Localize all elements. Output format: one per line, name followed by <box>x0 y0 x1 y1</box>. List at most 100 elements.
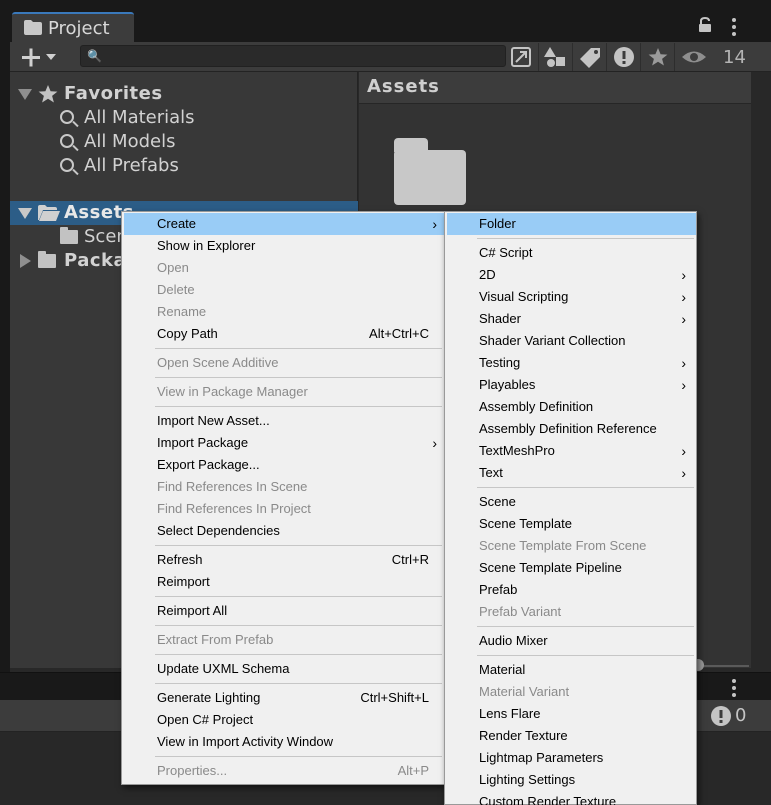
menu-item-export-package[interactable]: Export Package... <box>124 454 444 476</box>
menu-item-import-new-asset[interactable]: Import New Asset... <box>124 410 444 432</box>
menu-item-textmeshpro[interactable]: TextMeshPro › <box>447 440 696 462</box>
menu-item-visual-scripting[interactable]: Visual Scripting › <box>447 286 696 308</box>
menu-item-scene-template-from-scene[interactable]: Scene Template From Scene <box>447 535 696 557</box>
menu-item-label: Import Package <box>157 435 249 450</box>
menu-separator <box>155 683 442 684</box>
menu-item-label: Copy Path <box>157 326 218 341</box>
menu-item-create[interactable]: Create › <box>124 213 444 235</box>
filter-by-type-button[interactable] <box>538 43 572 71</box>
folder-icon <box>60 227 78 244</box>
lock-icon[interactable] <box>698 17 712 33</box>
menu-item-reimport[interactable]: Reimport <box>124 571 444 593</box>
search-input[interactable]: 🔍 <box>80 45 506 67</box>
menu-item-label: Text <box>479 465 503 480</box>
collapse-arrow-icon[interactable] <box>20 254 31 268</box>
menu-item-label: Custom Render Texture <box>479 794 617 805</box>
menu-item-properties[interactable]: Properties... Alt+P <box>124 760 444 782</box>
menu-item-label: Lens Flare <box>479 706 541 721</box>
menu-item-custom-render-texture[interactable]: Custom Render Texture <box>447 791 696 805</box>
menu-item-shader-variant-collection[interactable]: Shader Variant Collection <box>447 330 696 352</box>
menu-item-scene[interactable]: Scene <box>447 491 696 513</box>
log-type-button[interactable] <box>606 43 640 71</box>
menu-item-import-package[interactable]: Import Package › <box>124 432 444 454</box>
menu-item-extract-from-prefab[interactable]: Extract From Prefab <box>124 629 444 651</box>
more-options-icon[interactable] <box>732 679 736 700</box>
assets-panel-title: Assets <box>367 76 440 97</box>
menu-item-view-in-import-activity-window[interactable]: View in Import Activity Window <box>124 731 444 753</box>
menu-separator <box>477 238 694 239</box>
menu-item-rename[interactable]: Rename <box>124 301 444 323</box>
favorites-row[interactable]: Favorites <box>10 82 358 106</box>
menu-item-view-in-package-manager[interactable]: View in Package Manager <box>124 381 444 403</box>
menu-item-prefab-variant[interactable]: Prefab Variant <box>447 601 696 623</box>
menu-item-scene-template[interactable]: Scene Template <box>447 513 696 535</box>
search-icon <box>60 134 74 148</box>
menu-item-prefab[interactable]: Prefab <box>447 579 696 601</box>
menu-item-label: Export Package... <box>157 457 260 472</box>
menu-item-open-scene-additive[interactable]: Open Scene Additive <box>124 352 444 374</box>
menu-item-label: Playables <box>479 377 536 392</box>
search-icon <box>60 158 74 172</box>
filter-by-label-button[interactable] <box>572 43 606 71</box>
menu-item-generate-lighting[interactable]: Generate Lighting Ctrl+Shift+L <box>124 687 444 709</box>
menu-item-c-script[interactable]: C# Script <box>447 242 696 264</box>
menu-item-playables[interactable]: Playables › <box>447 374 696 396</box>
menu-item-refresh[interactable]: Refresh Ctrl+R <box>124 549 444 571</box>
zoom-slider-track[interactable] <box>699 665 749 667</box>
chevron-right-icon: › <box>681 465 686 481</box>
menu-item-2d[interactable]: 2D › <box>447 264 696 286</box>
menu-item-open[interactable]: Open <box>124 257 444 279</box>
menu-item-testing[interactable]: Testing › <box>447 352 696 374</box>
error-icon[interactable] <box>710 705 732 727</box>
add-dropdown-button[interactable] <box>16 46 64 68</box>
menu-item-scene-template-pipeline[interactable]: Scene Template Pipeline <box>447 557 696 579</box>
menu-item-label: Reimport <box>157 574 210 589</box>
menu-item-audio-mixer[interactable]: Audio Mixer <box>447 630 696 652</box>
create-submenu: Folder C# Script 2D › Visual Scripting › Shade… <box>444 211 697 805</box>
menu-item-reimport-all[interactable]: Reimport All <box>124 600 444 622</box>
more-options-icon[interactable] <box>732 18 736 39</box>
chevron-right-icon: › <box>681 443 686 459</box>
favorite-item[interactable]: All Models <box>10 130 358 154</box>
menu-item-delete[interactable]: Delete <box>124 279 444 301</box>
open-folder-icon <box>38 205 60 221</box>
menu-item-label: C# Script <box>479 245 533 260</box>
menu-item-open-c-project[interactable]: Open C# Project <box>124 709 444 731</box>
menu-item-label: Material Variant <box>479 684 570 699</box>
menu-item-label: Delete <box>157 282 195 297</box>
menu-item-label: Testing <box>479 355 521 370</box>
hidden-packages-button[interactable]: 14 <box>674 43 754 71</box>
menu-item-select-dependencies[interactable]: Select Dependencies <box>124 520 444 542</box>
menu-item-folder[interactable]: Folder <box>447 213 696 235</box>
menu-item-render-texture[interactable]: Render Texture <box>447 725 696 747</box>
tab-project[interactable]: Project <box>12 12 134 42</box>
search-by-scene-button[interactable] <box>504 43 538 71</box>
menu-item-label: Scene Template From Scene <box>479 538 647 553</box>
menu-item-lens-flare[interactable]: Lens Flare <box>447 703 696 725</box>
menu-item-lighting-settings[interactable]: Lighting Settings <box>447 769 696 791</box>
menu-item-lightmap-parameters[interactable]: Lightmap Parameters <box>447 747 696 769</box>
menu-item-assembly-definition-reference[interactable]: Assembly Definition Reference <box>447 418 696 440</box>
menu-item-find-references-in-project[interactable]: Find References In Project <box>124 498 444 520</box>
menu-item-show-in-explorer[interactable]: Show in Explorer <box>124 235 444 257</box>
favorite-item-label: All Prefabs <box>84 155 179 176</box>
favorite-item[interactable]: All Materials <box>10 106 358 130</box>
folder-icon[interactable] <box>394 138 466 205</box>
menu-item-assembly-definition[interactable]: Assembly Definition <box>447 396 696 418</box>
favorite-button[interactable] <box>640 43 674 71</box>
menu-item-shortcut: Alt+P <box>397 763 429 778</box>
menu-item-material[interactable]: Material <box>447 659 696 681</box>
menu-item-update-uxml-schema[interactable]: Update UXML Schema <box>124 658 444 680</box>
menu-item-copy-path[interactable]: Copy Path Alt+Ctrl+C <box>124 323 444 345</box>
menu-item-label: Lighting Settings <box>479 772 576 787</box>
menu-item-label: View in Package Manager <box>157 384 308 399</box>
expand-arrow-icon[interactable] <box>18 89 32 100</box>
menu-item-material-variant[interactable]: Material Variant <box>447 681 696 703</box>
menu-item-find-references-in-scene[interactable]: Find References In Scene <box>124 476 444 498</box>
menu-item-text[interactable]: Text › <box>447 462 696 484</box>
expand-arrow-icon[interactable] <box>18 208 32 219</box>
menu-item-shader[interactable]: Shader › <box>447 308 696 330</box>
favorite-item[interactable]: All Prefabs <box>10 154 358 178</box>
menu-separator <box>477 487 694 488</box>
menu-item-label: Scene Template <box>479 516 572 531</box>
